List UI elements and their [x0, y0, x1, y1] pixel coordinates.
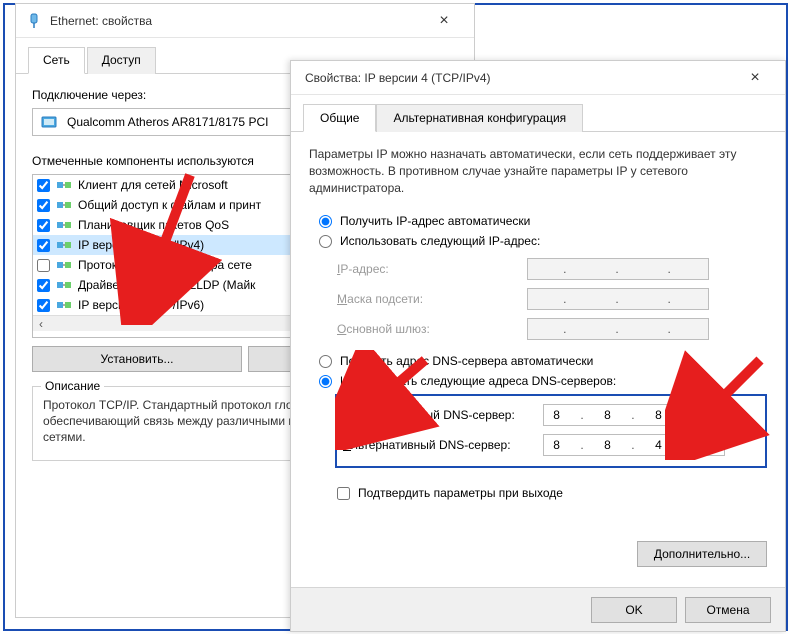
- component-label: IP версии 4 (TCP/IPv4): [78, 238, 204, 252]
- component-checkbox[interactable]: [37, 259, 50, 272]
- nic-icon: [41, 115, 59, 129]
- dns-manual-radio-row[interactable]: Использовать следующие адреса DNS-сервер…: [319, 374, 767, 388]
- ok-button[interactable]: OK: [591, 597, 677, 623]
- dns-alt-field[interactable]: 8. 8. 4. 4: [543, 434, 725, 456]
- component-checkbox[interactable]: [37, 279, 50, 292]
- component-checkbox[interactable]: [37, 179, 50, 192]
- ipv4-tabs: Общие Альтернативная конфигурация: [291, 95, 785, 132]
- component-checkbox[interactable]: [37, 219, 50, 232]
- advanced-button[interactable]: Дополнительно...: [637, 541, 767, 567]
- validate-row[interactable]: Подтвердить параметры при выходе: [337, 486, 767, 500]
- validate-label: Подтвердить параметры при выходе: [358, 486, 563, 500]
- tab-alt-config[interactable]: Альтернативная конфигурация: [376, 104, 583, 132]
- ip-addr-label: IP-адрес:: [337, 262, 527, 276]
- ipv4-titlebar: Свойства: IP версии 4 (TCP/IPv4) ×: [291, 61, 785, 95]
- component-label: IP версии 6 (TCP/IPv6): [78, 298, 204, 312]
- dns-auto-radio[interactable]: [319, 355, 332, 368]
- dns-manual-label: Использовать следующие адреса DNS-сервер…: [340, 374, 616, 388]
- description-legend: Описание: [41, 379, 104, 393]
- network-component-icon: [56, 299, 72, 311]
- component-checkbox[interactable]: [37, 239, 50, 252]
- network-component-icon: [56, 179, 72, 191]
- dns-manual-radio[interactable]: [319, 375, 332, 388]
- tab-network[interactable]: Сеть: [28, 47, 85, 74]
- dns-alt-label: Альтернативный DNS-сервер:: [343, 438, 543, 452]
- network-component-icon: [56, 259, 72, 271]
- component-label: Протокол мультиплексора сете: [78, 258, 252, 272]
- network-component-icon: [56, 279, 72, 291]
- ip-manual-radio[interactable]: [319, 235, 332, 248]
- ipv4-footer: OK Отмена: [291, 587, 785, 631]
- network-component-icon: [56, 199, 72, 211]
- ip-auto-radio-row[interactable]: Получить IP-адрес автоматически: [319, 214, 767, 228]
- dns-highlight-box: Предпочитаемый DNS-сервер: 8. 8. 8. 8 Ал…: [335, 394, 767, 468]
- ip-manual-label: Использовать следующий IP-адрес:: [340, 234, 540, 248]
- mask-label: Маска подсети:: [337, 292, 527, 306]
- install-button[interactable]: Установить...: [32, 346, 242, 372]
- mask-field: ...: [527, 288, 709, 310]
- dns-auto-radio-row[interactable]: Получить адрес DNS-сервера автоматически: [319, 354, 767, 368]
- ethernet-close-button[interactable]: ×: [424, 12, 464, 30]
- ip-auto-radio[interactable]: [319, 215, 332, 228]
- ipv4-close-button[interactable]: ×: [735, 69, 775, 87]
- ipv4-title: Свойства: IP версии 4 (TCP/IPv4): [305, 71, 735, 85]
- ip-manual-radio-row[interactable]: Использовать следующий IP-адрес:: [319, 234, 767, 248]
- scroll-left-icon[interactable]: ‹: [33, 317, 49, 331]
- tab-access[interactable]: Доступ: [87, 47, 156, 74]
- ipv4-properties-window: Свойства: IP версии 4 (TCP/IPv4) × Общие…: [290, 60, 786, 632]
- component-label: Драйвер протокола LLDP (Майк: [78, 278, 255, 292]
- gateway-label: Основной шлюз:: [337, 322, 527, 336]
- cancel-button[interactable]: Отмена: [685, 597, 771, 623]
- ethernet-title: Ethernet: свойства: [50, 14, 424, 28]
- component-label: Планировщик пакетов QoS: [78, 218, 229, 232]
- ethernet-icon: [26, 13, 42, 29]
- ethernet-titlebar: Ethernet: свойства ×: [16, 4, 474, 38]
- component-label: Клиент для сетей Microsoft: [78, 178, 228, 192]
- component-checkbox[interactable]: [37, 199, 50, 212]
- network-component-icon: [56, 239, 72, 251]
- component-checkbox[interactable]: [37, 299, 50, 312]
- dns-pref-label: Предпочитаемый DNS-сервер:: [343, 408, 543, 422]
- ip-addr-field: ...: [527, 258, 709, 280]
- ip-auto-label: Получить IP-адрес автоматически: [340, 214, 530, 228]
- validate-checkbox[interactable]: [337, 487, 350, 500]
- dns-auto-label: Получить адрес DNS-сервера автоматически: [340, 354, 593, 368]
- adapter-name: Qualcomm Atheros AR8171/8175 PCI: [67, 115, 268, 129]
- ipv4-intro: Параметры IP можно назначать автоматичес…: [309, 146, 767, 196]
- dns-pref-field[interactable]: 8. 8. 8. 8: [543, 404, 725, 426]
- gateway-field: ...: [527, 318, 709, 340]
- network-component-icon: [56, 219, 72, 231]
- tab-general[interactable]: Общие: [303, 104, 376, 132]
- component-label: Общий доступ к файлам и принт: [78, 198, 261, 212]
